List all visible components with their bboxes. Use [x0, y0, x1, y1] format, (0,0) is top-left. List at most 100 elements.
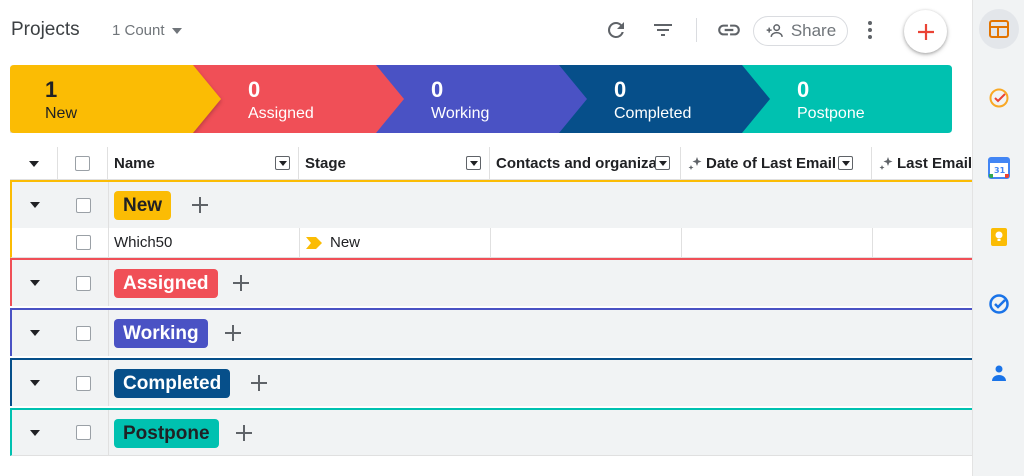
add-row-button[interactable]: [231, 418, 257, 448]
refresh-icon: [608, 21, 624, 38]
svg-text:31: 31: [994, 166, 1006, 175]
cell-last-email[interactable]: [872, 228, 972, 257]
contacts-icon[interactable]: [984, 358, 1014, 388]
more-vert-icon: [868, 21, 872, 39]
group-checkbox[interactable]: [75, 375, 91, 391]
column-header-contacts[interactable]: Contacts and organizations: [490, 147, 681, 180]
column-header-label: Last Email: [897, 155, 972, 172]
share-label: Share: [790, 21, 837, 40]
toolbar-divider: [696, 18, 697, 42]
filter-icon: [654, 24, 672, 36]
side-panel: 31: [972, 0, 1024, 476]
caret-down-icon: [30, 202, 40, 208]
column-header-stage[interactable]: Stage: [299, 147, 490, 180]
add-row-button[interactable]: [220, 318, 246, 348]
app: Projects 1 Count Share 1 New 0 Assigned …: [0, 0, 1024, 476]
add-row-button[interactable]: [187, 190, 213, 220]
cell-date-last-email[interactable]: [681, 228, 872, 257]
column-header-last-email[interactable]: Last Email: [872, 147, 972, 180]
group-collapse-toggle[interactable]: [12, 360, 58, 406]
cell-name[interactable]: Which50: [108, 228, 299, 257]
column-menu-icon[interactable]: [275, 156, 290, 170]
add-person-icon: [766, 24, 783, 37]
column-divider: [108, 410, 109, 455]
table-row[interactable]: Which50 New: [10, 228, 972, 258]
column-menu-icon[interactable]: [466, 156, 481, 170]
column-header-name[interactable]: Name: [108, 147, 299, 180]
sparkle-icon: [688, 156, 702, 170]
create-button[interactable]: [904, 10, 947, 53]
group-collapse-toggle[interactable]: [12, 182, 58, 228]
plus-icon: [917, 23, 934, 40]
group-checkbox[interactable]: [75, 197, 91, 213]
cell-stage[interactable]: New: [299, 228, 490, 257]
group-checkbox-cell[interactable]: [58, 260, 108, 306]
refresh-button[interactable]: [602, 16, 630, 44]
calendar-layout-icon[interactable]: [984, 14, 1014, 44]
group-chip: Completed: [114, 369, 231, 398]
plus-icon: [225, 325, 241, 341]
group-checkbox[interactable]: [75, 325, 91, 341]
select-all-checkbox[interactable]: [75, 156, 90, 171]
row-checkbox-cell[interactable]: [58, 228, 108, 257]
pipeline-stage-completed[interactable]: [559, 65, 770, 133]
plus-icon: [236, 425, 252, 441]
caret-down-icon: [30, 280, 40, 286]
group-checkbox-cell[interactable]: [58, 182, 108, 228]
pipeline-stage-working[interactable]: [376, 65, 587, 133]
copy-link-button[interactable]: [715, 16, 743, 44]
caret-down-icon: [28, 160, 39, 167]
group-collapse-toggle[interactable]: [12, 310, 58, 356]
tasks-check-icon[interactable]: [984, 83, 1014, 113]
group-collapse-toggle[interactable]: [12, 410, 58, 455]
row-checkbox[interactable]: [75, 235, 91, 250]
pipeline-stage-assigned[interactable]: [193, 65, 404, 133]
group-checkbox-cell[interactable]: [58, 310, 108, 356]
group-checkbox-cell[interactable]: [58, 360, 108, 406]
group-chip: Postpone: [114, 419, 219, 448]
plus-icon: [233, 275, 249, 291]
column-menu-icon[interactable]: [655, 156, 670, 170]
column-header-label: Date of Last Email: [706, 155, 837, 172]
group-collapse-toggle[interactable]: [12, 260, 58, 306]
plus-icon: [192, 197, 208, 213]
group-row-postpone: Postpone: [10, 408, 972, 456]
sparkle-icon: [879, 156, 893, 170]
caret-down-icon: [30, 380, 40, 386]
column-header-label: Stage: [305, 155, 346, 172]
group-checkbox-cell[interactable]: [58, 410, 108, 455]
group-checkbox[interactable]: [75, 275, 91, 291]
more-options-button[interactable]: [856, 16, 884, 44]
column-divider: [108, 182, 109, 228]
cell-contacts[interactable]: [490, 228, 681, 257]
add-row-button[interactable]: [246, 368, 272, 398]
group-chip: Working: [114, 319, 208, 348]
collapse-all-toggle[interactable]: [10, 147, 58, 180]
count-dropdown[interactable]: 1 Count: [112, 22, 182, 39]
page-title: Projects: [11, 19, 80, 40]
column-menu-icon[interactable]: [838, 156, 853, 170]
filter-button[interactable]: [649, 16, 677, 44]
pipeline-stage-new[interactable]: [10, 65, 221, 133]
select-all-checkbox-cell[interactable]: [58, 147, 108, 180]
tasks-icon[interactable]: [984, 289, 1014, 319]
add-row-button[interactable]: [228, 268, 254, 298]
column-header-date-last-email[interactable]: Date of Last Email: [681, 147, 872, 180]
column-divider: [108, 360, 109, 406]
share-button[interactable]: Share: [753, 16, 848, 46]
main-area: Projects 1 Count Share 1 New 0 Assigned …: [0, 0, 972, 476]
stage-chevron-icon: [306, 236, 322, 249]
chevron-down-icon: [171, 28, 182, 34]
group-chip: New: [114, 191, 172, 220]
header: Projects 1 Count Share: [0, 0, 972, 62]
google-calendar-icon[interactable]: 31: [984, 153, 1014, 183]
group-checkbox[interactable]: [75, 425, 91, 440]
pipeline-stage-postpone[interactable]: [742, 65, 952, 133]
stage-label: New: [330, 234, 361, 251]
group-row-new: New: [10, 180, 972, 228]
keep-bulb-icon[interactable]: [984, 222, 1014, 252]
table-header: Name Stage Contacts and organizations Da…: [10, 147, 972, 180]
caret-down-icon: [30, 330, 40, 336]
link-icon: [718, 24, 740, 36]
pipeline-svg: [10, 65, 952, 133]
